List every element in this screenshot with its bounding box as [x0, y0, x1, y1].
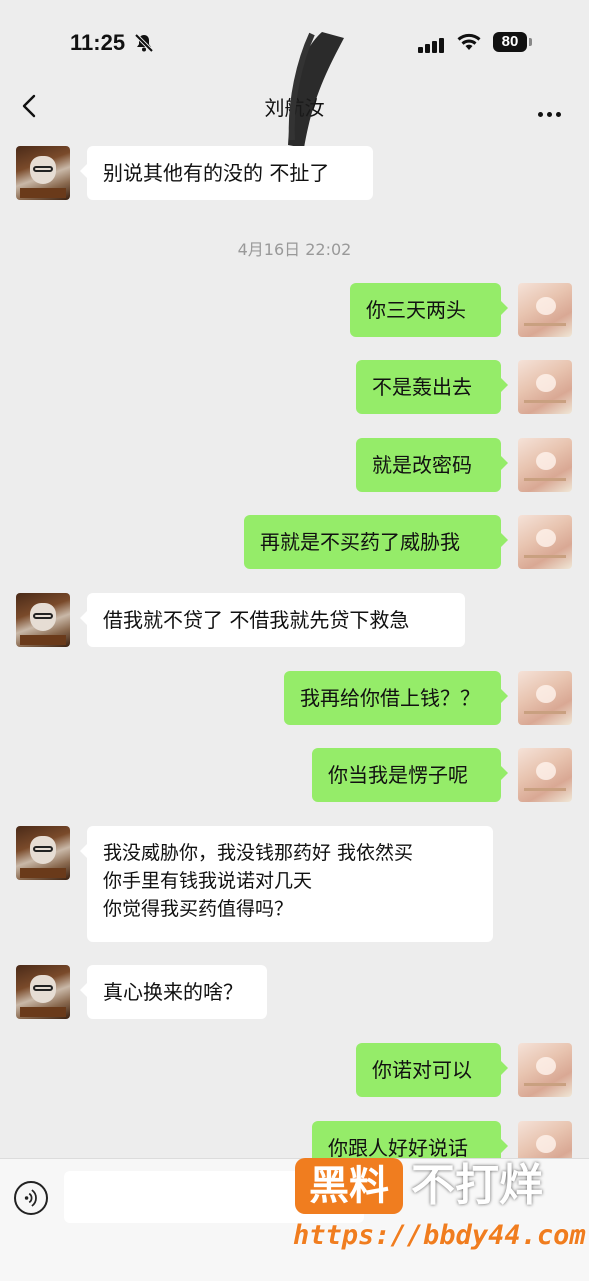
voice-input-icon[interactable] [14, 1181, 48, 1215]
outgoing-message-bubble[interactable]: 就是改密码 [356, 438, 508, 492]
contact-avatar[interactable] [16, 965, 70, 1019]
my-avatar[interactable] [518, 515, 572, 569]
outgoing-message-bubble[interactable]: 不是轰出去 [356, 360, 508, 414]
outgoing-message-bubble[interactable]: 你当我是愣子呢 [312, 748, 508, 802]
incoming-message-bubble[interactable]: 借我就不贷了 不借我就先贷下救急 [80, 593, 465, 647]
contact-avatar[interactable] [16, 146, 70, 200]
cellular-signal-icon [418, 34, 446, 53]
status-time: 11:25 [70, 30, 126, 55]
contact-avatar[interactable] [16, 826, 70, 880]
incoming-message-bubble[interactable]: 真心换来的啥？ [80, 965, 267, 1019]
redaction-scribble [288, 32, 344, 148]
contact-avatar[interactable] [16, 593, 70, 647]
my-avatar[interactable] [518, 671, 572, 725]
bell-muted-icon [134, 33, 154, 53]
wifi-icon [457, 33, 481, 50]
my-avatar[interactable] [518, 360, 572, 414]
battery-tip [529, 38, 532, 46]
incoming-message-bubble[interactable]: 别说其他有的没的 不扯了 [80, 146, 373, 200]
watermark-url: https://bbdy44.com [293, 1220, 586, 1251]
outgoing-message-bubble[interactable]: 再就是不买药了威胁我 [244, 515, 508, 569]
my-avatar[interactable] [518, 748, 572, 802]
message-timestamp: 4月16日 22:02 [237, 240, 352, 259]
battery-indicator: 80 [493, 32, 527, 52]
more-options-icon[interactable] [538, 102, 566, 117]
outgoing-message-bubble[interactable]: 我再给你借上钱？？ [284, 671, 508, 725]
my-avatar[interactable] [518, 438, 572, 492]
my-avatar[interactable] [518, 283, 572, 337]
outgoing-message-bubble[interactable]: 你三天两头 [350, 283, 508, 337]
watermark-text: 不打烊 [411, 1160, 543, 1211]
incoming-message-bubble[interactable]: 我没威胁你，我没钱那药好 我依然买 你手里有钱我说诺对几天 你觉得我买药值得吗？ [80, 826, 493, 942]
my-avatar[interactable] [518, 1043, 572, 1097]
watermark: 黑料 不打烊 https://bbdy44.com [293, 1158, 586, 1268]
outgoing-message-bubble[interactable]: 你诺对可以 [356, 1043, 508, 1097]
watermark-badge: 黑料 [295, 1158, 403, 1214]
